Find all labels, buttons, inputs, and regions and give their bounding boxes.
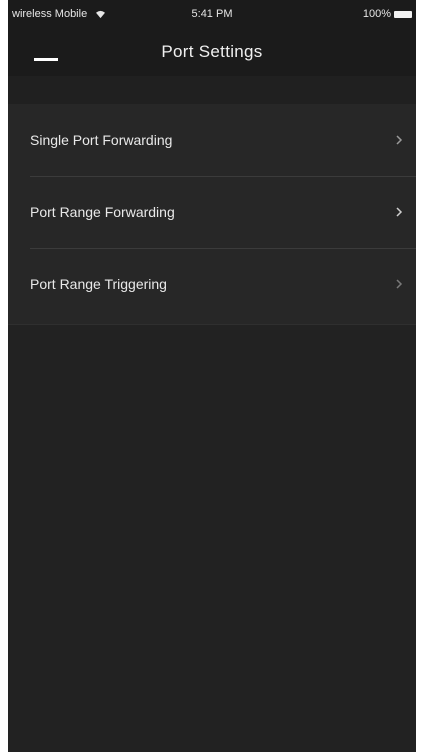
chevron-right-icon xyxy=(396,207,403,217)
status-battery-group: 100% xyxy=(363,8,412,20)
settings-list: Single Port Forwarding Port Range Forwar… xyxy=(8,104,416,325)
status-bar: wireless Mobile 5:41 PM 100% xyxy=(8,0,416,28)
navigation-bar: Port Settings xyxy=(8,28,416,76)
chevron-right-icon xyxy=(396,135,403,145)
battery-icon xyxy=(394,10,412,18)
divider xyxy=(30,176,416,177)
app-screen: wireless Mobile 5:41 PM 100% Port Settin… xyxy=(8,0,416,752)
list-item-label: Single Port Forwarding xyxy=(30,132,173,148)
list-item-label: Port Range Triggering xyxy=(30,276,167,292)
status-time: 5:41 PM xyxy=(191,8,233,20)
list-item-label: Port Range Forwarding xyxy=(30,204,175,220)
page-title: Port Settings xyxy=(161,42,263,61)
list-item-single-port-forwarding[interactable]: Single Port Forwarding xyxy=(8,104,416,176)
list-item-port-range-triggering[interactable]: Port Range Triggering xyxy=(8,248,416,320)
empty-content-area xyxy=(8,325,416,752)
section-spacer xyxy=(8,76,416,104)
chevron-right-icon xyxy=(396,279,403,289)
divider xyxy=(30,248,416,249)
list-item-port-range-forwarding[interactable]: Port Range Forwarding xyxy=(8,176,416,248)
battery-percent: 100% xyxy=(362,8,391,20)
